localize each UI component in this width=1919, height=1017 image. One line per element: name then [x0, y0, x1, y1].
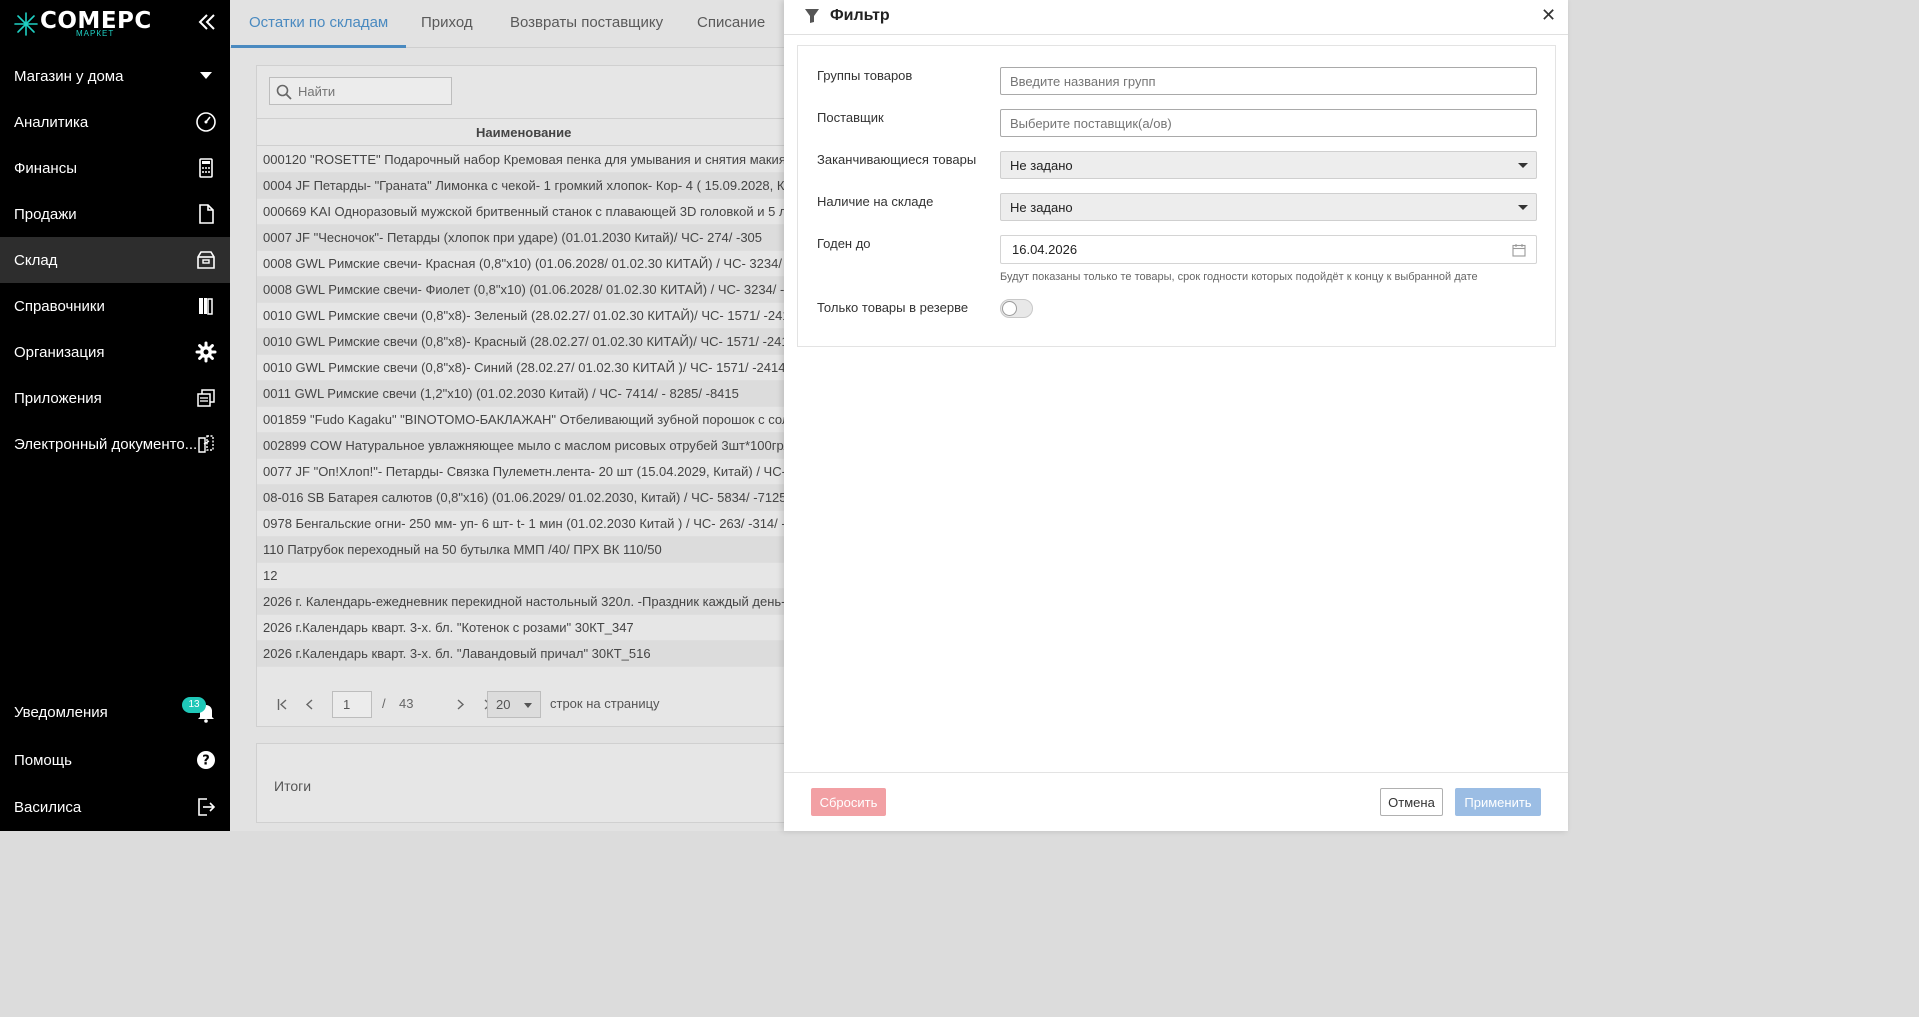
edo-icon: [198, 435, 214, 453]
notifications-badge: 13: [182, 697, 206, 713]
reserve-only-toggle[interactable]: [1000, 299, 1033, 318]
filter-form: Группы товаров Поставщик Заканчивающиеся…: [797, 45, 1556, 347]
search-icon: [276, 84, 292, 100]
supplier-label: Поставщик: [817, 110, 884, 125]
sidebar-item-edo[interactable]: Электронный документо...: [0, 421, 230, 467]
sidebar-item-sales[interactable]: Продажи: [0, 191, 230, 237]
first-page-icon[interactable]: [277, 699, 287, 710]
sidebar-item-label: Продажи: [14, 205, 77, 223]
box-icon: [197, 251, 215, 269]
sidebar-item-label: Склад: [14, 251, 58, 269]
filter-icon: [805, 9, 819, 23]
search-input[interactable]: [298, 78, 448, 104]
page-number-input[interactable]: 1: [332, 691, 372, 718]
sidebar-item-help[interactable]: Помощь ?: [0, 737, 230, 783]
page-size-select[interactable]: 20: [487, 691, 541, 718]
next-page-icon[interactable]: [457, 699, 465, 710]
sidebar-item-label: Аналитика: [14, 113, 89, 131]
filter-header: Фильтр ✕: [784, 0, 1568, 35]
sidebar-item-organization[interactable]: Организация: [0, 329, 230, 375]
ending-goods-label: Заканчивающиеся товары: [817, 152, 977, 167]
groups-label: Группы товаров: [817, 68, 913, 83]
apply-button[interactable]: Применить: [1455, 788, 1541, 816]
expiry-date-value: 16.04.2026: [1012, 242, 1078, 257]
ending-goods-value: Не задано: [1010, 158, 1073, 173]
calendar-icon[interactable]: [1512, 243, 1526, 257]
supplier-input[interactable]: [1000, 109, 1537, 137]
stock-availability-label: Наличие на складе: [817, 194, 934, 209]
help-icon: ?: [197, 751, 215, 769]
books-icon: [199, 298, 213, 315]
chevron-down-icon: [1518, 205, 1528, 210]
gear-icon: [195, 341, 217, 363]
sidebar-item-user[interactable]: Василиса: [0, 784, 230, 830]
expiry-label: Годен до: [817, 236, 871, 251]
tab-receipt[interactable]: Приход: [403, 0, 491, 48]
tab-stock[interactable]: Остатки по складам: [231, 0, 407, 48]
sidebar-item-label: Справочники: [14, 297, 105, 315]
sidebar-item-references[interactable]: Справочники: [0, 283, 230, 329]
search-box[interactable]: [269, 77, 452, 105]
reserve-only-label: Только товары в резерве: [817, 300, 969, 315]
reset-button[interactable]: Сбросить: [811, 788, 886, 816]
tab-supplier-returns[interactable]: Возвраты поставщику: [492, 0, 681, 48]
sidebar-item-label: Помощь: [14, 751, 72, 769]
toggle-knob: [1002, 301, 1017, 316]
svg-text:?: ?: [202, 754, 210, 769]
page-separator: /: [382, 696, 386, 711]
filter-panel: Фильтр ✕ Группы товаров Поставщик Заканч…: [784, 0, 1568, 831]
sidebar-item-analytics[interactable]: Аналитика: [0, 99, 230, 145]
collapse-sidebar-icon[interactable]: [197, 10, 217, 34]
sidebar-item-label: Финансы: [14, 159, 77, 177]
prev-page-icon[interactable]: [305, 699, 313, 710]
cancel-button[interactable]: Отмена: [1380, 788, 1443, 816]
column-header-name[interactable]: Наименование: [476, 125, 571, 140]
store-selector[interactable]: Магазин у дома: [0, 58, 230, 94]
user-name: Василиса: [14, 798, 82, 816]
groups-input[interactable]: [1000, 67, 1537, 95]
sidebar-item-label: Электронный документо...: [14, 435, 198, 453]
sidebar: COMEPC МАРКЕТ Магазин у дома Аналитика Ф…: [0, 0, 230, 831]
sidebar-item-label: Уведомления: [14, 703, 108, 721]
page-size-value: 20: [496, 697, 511, 712]
logo-subtitle: МАРКЕТ: [76, 29, 115, 38]
totals-label: Итоги: [274, 778, 312, 794]
sidebar-item-label: Организация: [14, 343, 105, 361]
logo-star-icon: [14, 12, 38, 36]
stock-availability-select[interactable]: Не задано: [1000, 193, 1537, 221]
expiry-date-input[interactable]: 16.04.2026: [1000, 235, 1537, 264]
tab-write-off[interactable]: Списание: [679, 0, 783, 48]
filter-footer: Сбросить Отмена Применить: [784, 772, 1568, 831]
calculator-icon: [199, 158, 213, 178]
chevron-down-icon: [1518, 163, 1528, 168]
chevron-down-icon: [200, 72, 212, 79]
sidebar-item-finance[interactable]: Финансы: [0, 145, 230, 191]
logo: COMEPC: [14, 6, 152, 46]
sidebar-item-apps[interactable]: Приложения: [0, 375, 230, 421]
expiry-hint: Будут показаны только те товары, срок го…: [1000, 271, 1478, 283]
chevron-down-icon: [524, 703, 532, 708]
document-icon: [199, 204, 214, 224]
logout-icon[interactable]: [195, 796, 217, 818]
windows-icon: [197, 389, 215, 407]
sidebar-item-warehouse[interactable]: Склад: [0, 237, 230, 283]
gauge-icon: [196, 112, 216, 132]
store-name: Магазин у дома: [14, 67, 124, 85]
stock-availability-value: Не задано: [1010, 200, 1073, 215]
ending-goods-select[interactable]: Не задано: [1000, 151, 1537, 179]
close-icon[interactable]: ✕: [1541, 5, 1556, 26]
filter-title: Фильтр: [830, 7, 890, 24]
sidebar-item-label: Приложения: [14, 389, 102, 407]
page-total: 43: [399, 696, 414, 711]
page-size-label: строк на страницу: [550, 696, 660, 711]
